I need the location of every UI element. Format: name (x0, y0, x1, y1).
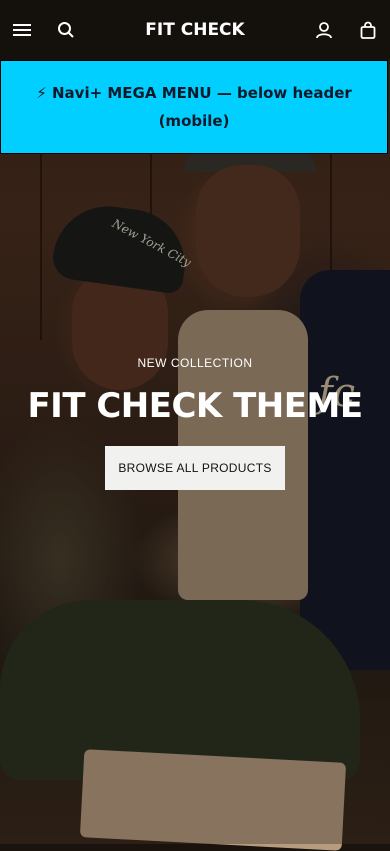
site-header: FIT CHECK (0, 0, 390, 60)
bag-icon[interactable] (356, 18, 380, 42)
hero-title: FIT CHECK THEME (27, 386, 363, 426)
browse-products-button[interactable]: BROWSE ALL PRODUCTS (105, 446, 285, 490)
hero-eyebrow: NEW COLLECTION (137, 356, 253, 370)
account-icon[interactable] (312, 18, 336, 42)
mega-menu-banner[interactable]: ⚡ Navi+ MEGA MENU — below header (mobile… (0, 60, 388, 154)
